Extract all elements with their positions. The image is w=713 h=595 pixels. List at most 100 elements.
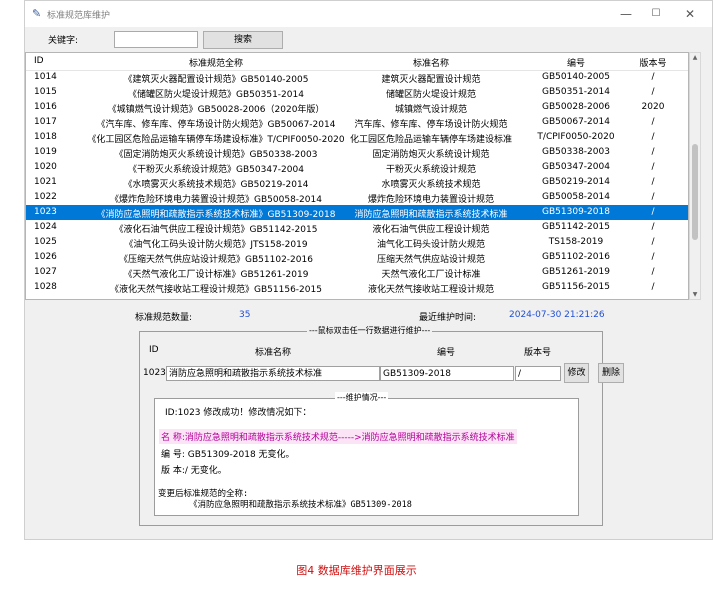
table-row[interactable]: 1025 《油气化工码头设计防火规范》JTS158-2019 油气化工码头设计防火规… <box>26 235 688 250</box>
edit-panel: ---鼠标双击任一行数据进行维护--- ID 标准名称 编号 版本号 1023 … <box>139 325 624 526</box>
table-row[interactable]: 1020 《干粉灭火系统设计规范》GB50347-2004 干粉灭火系统设计规范 GB… <box>26 160 688 175</box>
table-scrollbar[interactable]: ▲ ▼ <box>689 52 701 300</box>
cell-code: GB50351-2014 <box>542 87 610 97</box>
cell-id: 1022 <box>34 192 57 202</box>
cell-full-name: 《爆炸危险环境电力装置设计规范》GB50058-2014 <box>110 195 322 205</box>
cell-full-name: 《压缩天然气供应站设计规范》GB51102-2016 <box>119 255 313 265</box>
last-maintained-value: 2024-07-30 21:21:26 <box>509 310 605 320</box>
table-row[interactable]: 1019 《固定消防炮灭火系统设计规范》GB50338-2003 固定消防炮灭火系统… <box>26 145 688 160</box>
cell-version: / <box>651 87 655 97</box>
cell-code: GB50338-2003 <box>542 147 610 157</box>
cell-version: / <box>651 282 655 292</box>
cell-name: 固定消防炮灭火系统设计规范 <box>372 150 490 160</box>
table-row[interactable]: 1024 《液化石油气供应工程设计规范》GB51142-2015 液化石油气供应工程… <box>26 220 688 235</box>
close-button[interactable]: ✕ <box>677 4 703 24</box>
cell-full-name: 《消防应急照明和疏散指示系统技术标准》GB51309-2018 <box>96 210 336 220</box>
cell-code: GB50219-2014 <box>542 177 610 187</box>
table-row[interactable]: 1022 《爆炸危险环境电力装置设计规范》GB50058-2014 爆炸危险环境电力… <box>26 190 688 205</box>
cell-code: GB51142-2015 <box>542 222 610 232</box>
cell-id: 1028 <box>34 282 57 292</box>
cell-id: 1017 <box>34 117 57 127</box>
table-row[interactable]: 1028 《液化天然气接收站工程设计规范》GB51156-2015 液化天然气接收站… <box>26 280 688 295</box>
table-row[interactable]: 1027 《天然气液化工厂设计标准》GB51261-2019 天然气液化工厂设计标准… <box>26 265 688 280</box>
last-maintained-label: 最近维护时间: <box>419 313 477 323</box>
cell-code: TS158-2019 <box>548 237 604 247</box>
table-row[interactable]: 1017 《汽车库、修车库、停车场设计防火规范》GB50067-2014 汽车库、修… <box>26 115 688 130</box>
edit-name-field[interactable]: 消防应急照明和疏散指示系统技术标准 <box>166 366 380 381</box>
count-value: 35 <box>239 310 251 320</box>
cell-version: 2020 <box>641 102 665 112</box>
log-line-version: 版 本:/ 无变化。 <box>161 466 227 476</box>
edit-panel-title: ---鼠标双击任一行数据进行维护--- <box>307 325 433 336</box>
scroll-down-arrow-icon[interactable]: ▼ <box>690 291 700 298</box>
cell-full-name: 《液化天然气接收站工程设计规范》GB51156-2015 <box>110 285 322 295</box>
minimize-button[interactable]: — <box>613 4 639 24</box>
cell-full-name: 《油气化工码头设计防火规范》JTS158-2019 <box>124 240 308 250</box>
scroll-thumb[interactable] <box>692 144 698 241</box>
cell-name: 干粉灭火系统设计规范 <box>385 165 476 175</box>
standards-table[interactable]: ID 标准规范全称 标准名称 编号 版本号 1014 《建筑灭火器配置设计规范》G… <box>25 52 689 300</box>
table-row[interactable]: 1016 《城镇燃气设计规范》GB50028-2006（2020年版） 城镇燃气设计… <box>26 100 688 115</box>
count-label: 标准规范数量: <box>135 313 193 323</box>
cell-name: 汽车库、修车库、停车场设计防火规范 <box>354 120 508 130</box>
cell-code: GB50347-2004 <box>542 162 610 172</box>
table-row[interactable]: 1018 《化工园区危险品运输车辆停车场建设标准》T/CPIF0050-2020 化… <box>26 130 688 145</box>
edit-code-field[interactable]: GB51309-2018 <box>380 366 514 381</box>
cell-code: GB50028-2006 <box>542 102 610 112</box>
scroll-up-arrow-icon[interactable]: ▲ <box>690 54 700 61</box>
window-title: 标准规范库维护 <box>47 11 111 21</box>
search-bar: 关键字: 搜索 <box>25 31 712 49</box>
cell-version: / <box>651 132 655 142</box>
cell-version: / <box>651 222 655 232</box>
search-button[interactable]: 搜索 <box>203 31 283 49</box>
col-header-full-name[interactable]: 标准规范全称 <box>66 56 366 69</box>
cell-version: / <box>651 117 655 127</box>
cell-version: / <box>651 72 655 82</box>
cell-name: 天然气液化工厂设计标准 <box>381 270 481 280</box>
cell-full-name: 《固定消防炮灭火系统设计规范》GB50338-2003 <box>114 150 318 160</box>
table-row[interactable]: 1023 《消防应急照明和疏散指示系统技术标准》GB51309-2018 消防应急照… <box>26 205 688 220</box>
title-bar[interactable]: ✎ 标准规范库维护 — ☐ ✕ <box>25 1 712 27</box>
col-header-code[interactable]: 编号 <box>516 56 636 69</box>
cell-full-name: 《液化石油气供应工程设计规范》GB51142-2015 <box>114 225 318 235</box>
cell-full-name: 《建筑灭火器配置设计规范》GB50140-2005 <box>123 75 309 85</box>
edit-name-label: 标准名称 <box>255 348 292 358</box>
cell-name: 化工园区危险品运输车辆停车场建设标准 <box>349 135 512 145</box>
cell-full-name: 《城镇燃气设计规范》GB50028-2006（2020年版） <box>107 105 325 115</box>
cell-full-name: 《汽车库、修车库、停车场设计防火规范》GB50067-2014 <box>96 120 336 130</box>
cell-name: 城镇燃气设计规范 <box>394 105 467 115</box>
keyword-input[interactable] <box>114 31 198 48</box>
col-header-id[interactable]: ID <box>34 56 44 66</box>
cell-version: / <box>651 267 655 277</box>
cell-name: 液化石油气供应工程设计规范 <box>372 225 490 235</box>
cell-code: GB51261-2019 <box>542 267 610 277</box>
cell-code: GB50140-2005 <box>542 72 610 82</box>
edit-id-label: ID <box>149 345 159 355</box>
table-row[interactable]: 1014 《建筑灭火器配置设计规范》GB50140-2005 建筑灭火器配置设计规范… <box>26 70 688 85</box>
cell-id: 1024 <box>34 222 57 232</box>
cell-code: GB50067-2014 <box>542 117 610 127</box>
delete-button[interactable]: 删除 <box>598 363 624 383</box>
cell-version: / <box>651 252 655 262</box>
table-row[interactable]: 1015 《储罐区防火堤设计规范》GB50351-2014 储罐区防火堤设计规范 GB… <box>26 85 688 100</box>
keyword-label: 关键字: <box>48 36 79 46</box>
cell-name: 液化天然气接收站工程设计规范 <box>367 285 494 295</box>
maximize-button[interactable]: ☐ <box>643 4 669 24</box>
edit-version-label: 版本号 <box>524 348 552 358</box>
edit-id-value: 1023 <box>143 368 166 378</box>
table-header: ID 标准规范全称 标准名称 编号 版本号 <box>26 53 688 71</box>
col-header-name[interactable]: 标准名称 <box>331 56 531 69</box>
cell-name: 储罐区防火堤设计规范 <box>385 90 476 100</box>
cell-code: T/CPIF0050-2020 <box>537 132 615 142</box>
cell-name: 油气化工码头设计防火规范 <box>376 240 485 250</box>
cell-id: 1014 <box>34 72 57 82</box>
cell-id: 1026 <box>34 252 57 262</box>
table-row[interactable]: 1026 《压缩天然气供应站设计规范》GB51102-2016 压缩天然气供应站设计… <box>26 250 688 265</box>
modify-button[interactable]: 修改 <box>564 363 589 383</box>
col-header-version[interactable]: 版本号 <box>636 56 670 69</box>
edit-version-field[interactable]: / <box>515 366 561 381</box>
cell-version: / <box>651 207 655 217</box>
cell-full-name: 《储罐区防火堤设计规范》GB50351-2014 <box>128 90 304 100</box>
cell-id: 1018 <box>34 132 57 142</box>
table-row[interactable]: 1021 《水喷雾灭火系统技术规范》GB50219-2014 水喷雾灭火系统技术规范… <box>26 175 688 190</box>
